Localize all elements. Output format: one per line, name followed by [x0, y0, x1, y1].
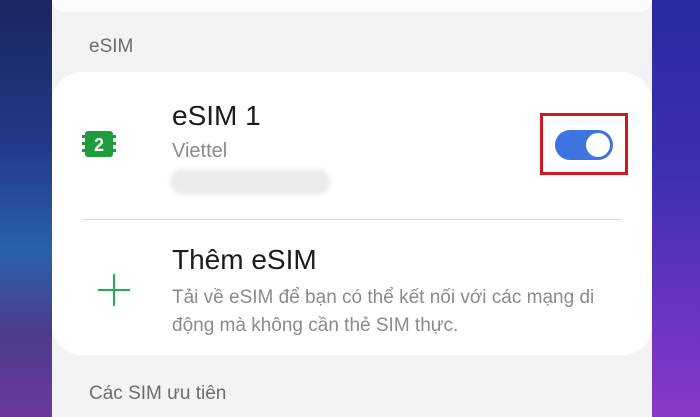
sim-card-icon: 2: [82, 131, 116, 157]
section-header-preferred-sims: Các SIM ưu tiên: [89, 383, 227, 404]
toggle-highlight-box: [540, 113, 628, 175]
divider: [82, 219, 622, 220]
toggle-knob: [586, 133, 610, 157]
esim1-title: eSIM 1: [172, 100, 261, 131]
plus-icon: [98, 274, 130, 306]
esim-card: 2 eSIM 1 Viettel Thêm eSIM Tải về eSIM đ…: [52, 72, 652, 355]
redacted-phone-number: [170, 169, 330, 195]
background-right: [652, 0, 700, 417]
phone-screen: eSIM 2 eSIM 1 Viettel Thêm eSIM Tải về e…: [52, 0, 652, 417]
add-esim-title: Thêm eSIM: [172, 244, 317, 275]
section-header-esim: eSIM: [89, 36, 134, 57]
sim-badge-number: 2: [94, 135, 104, 155]
esim1-toggle-switch[interactable]: [555, 130, 613, 160]
add-esim-description: Tải về eSIM để bạn có thể kết nối với cá…: [172, 287, 595, 336]
esim1-carrier: Viettel: [172, 140, 228, 162]
background-left: [0, 0, 52, 417]
top-card-edge: [52, 0, 652, 12]
